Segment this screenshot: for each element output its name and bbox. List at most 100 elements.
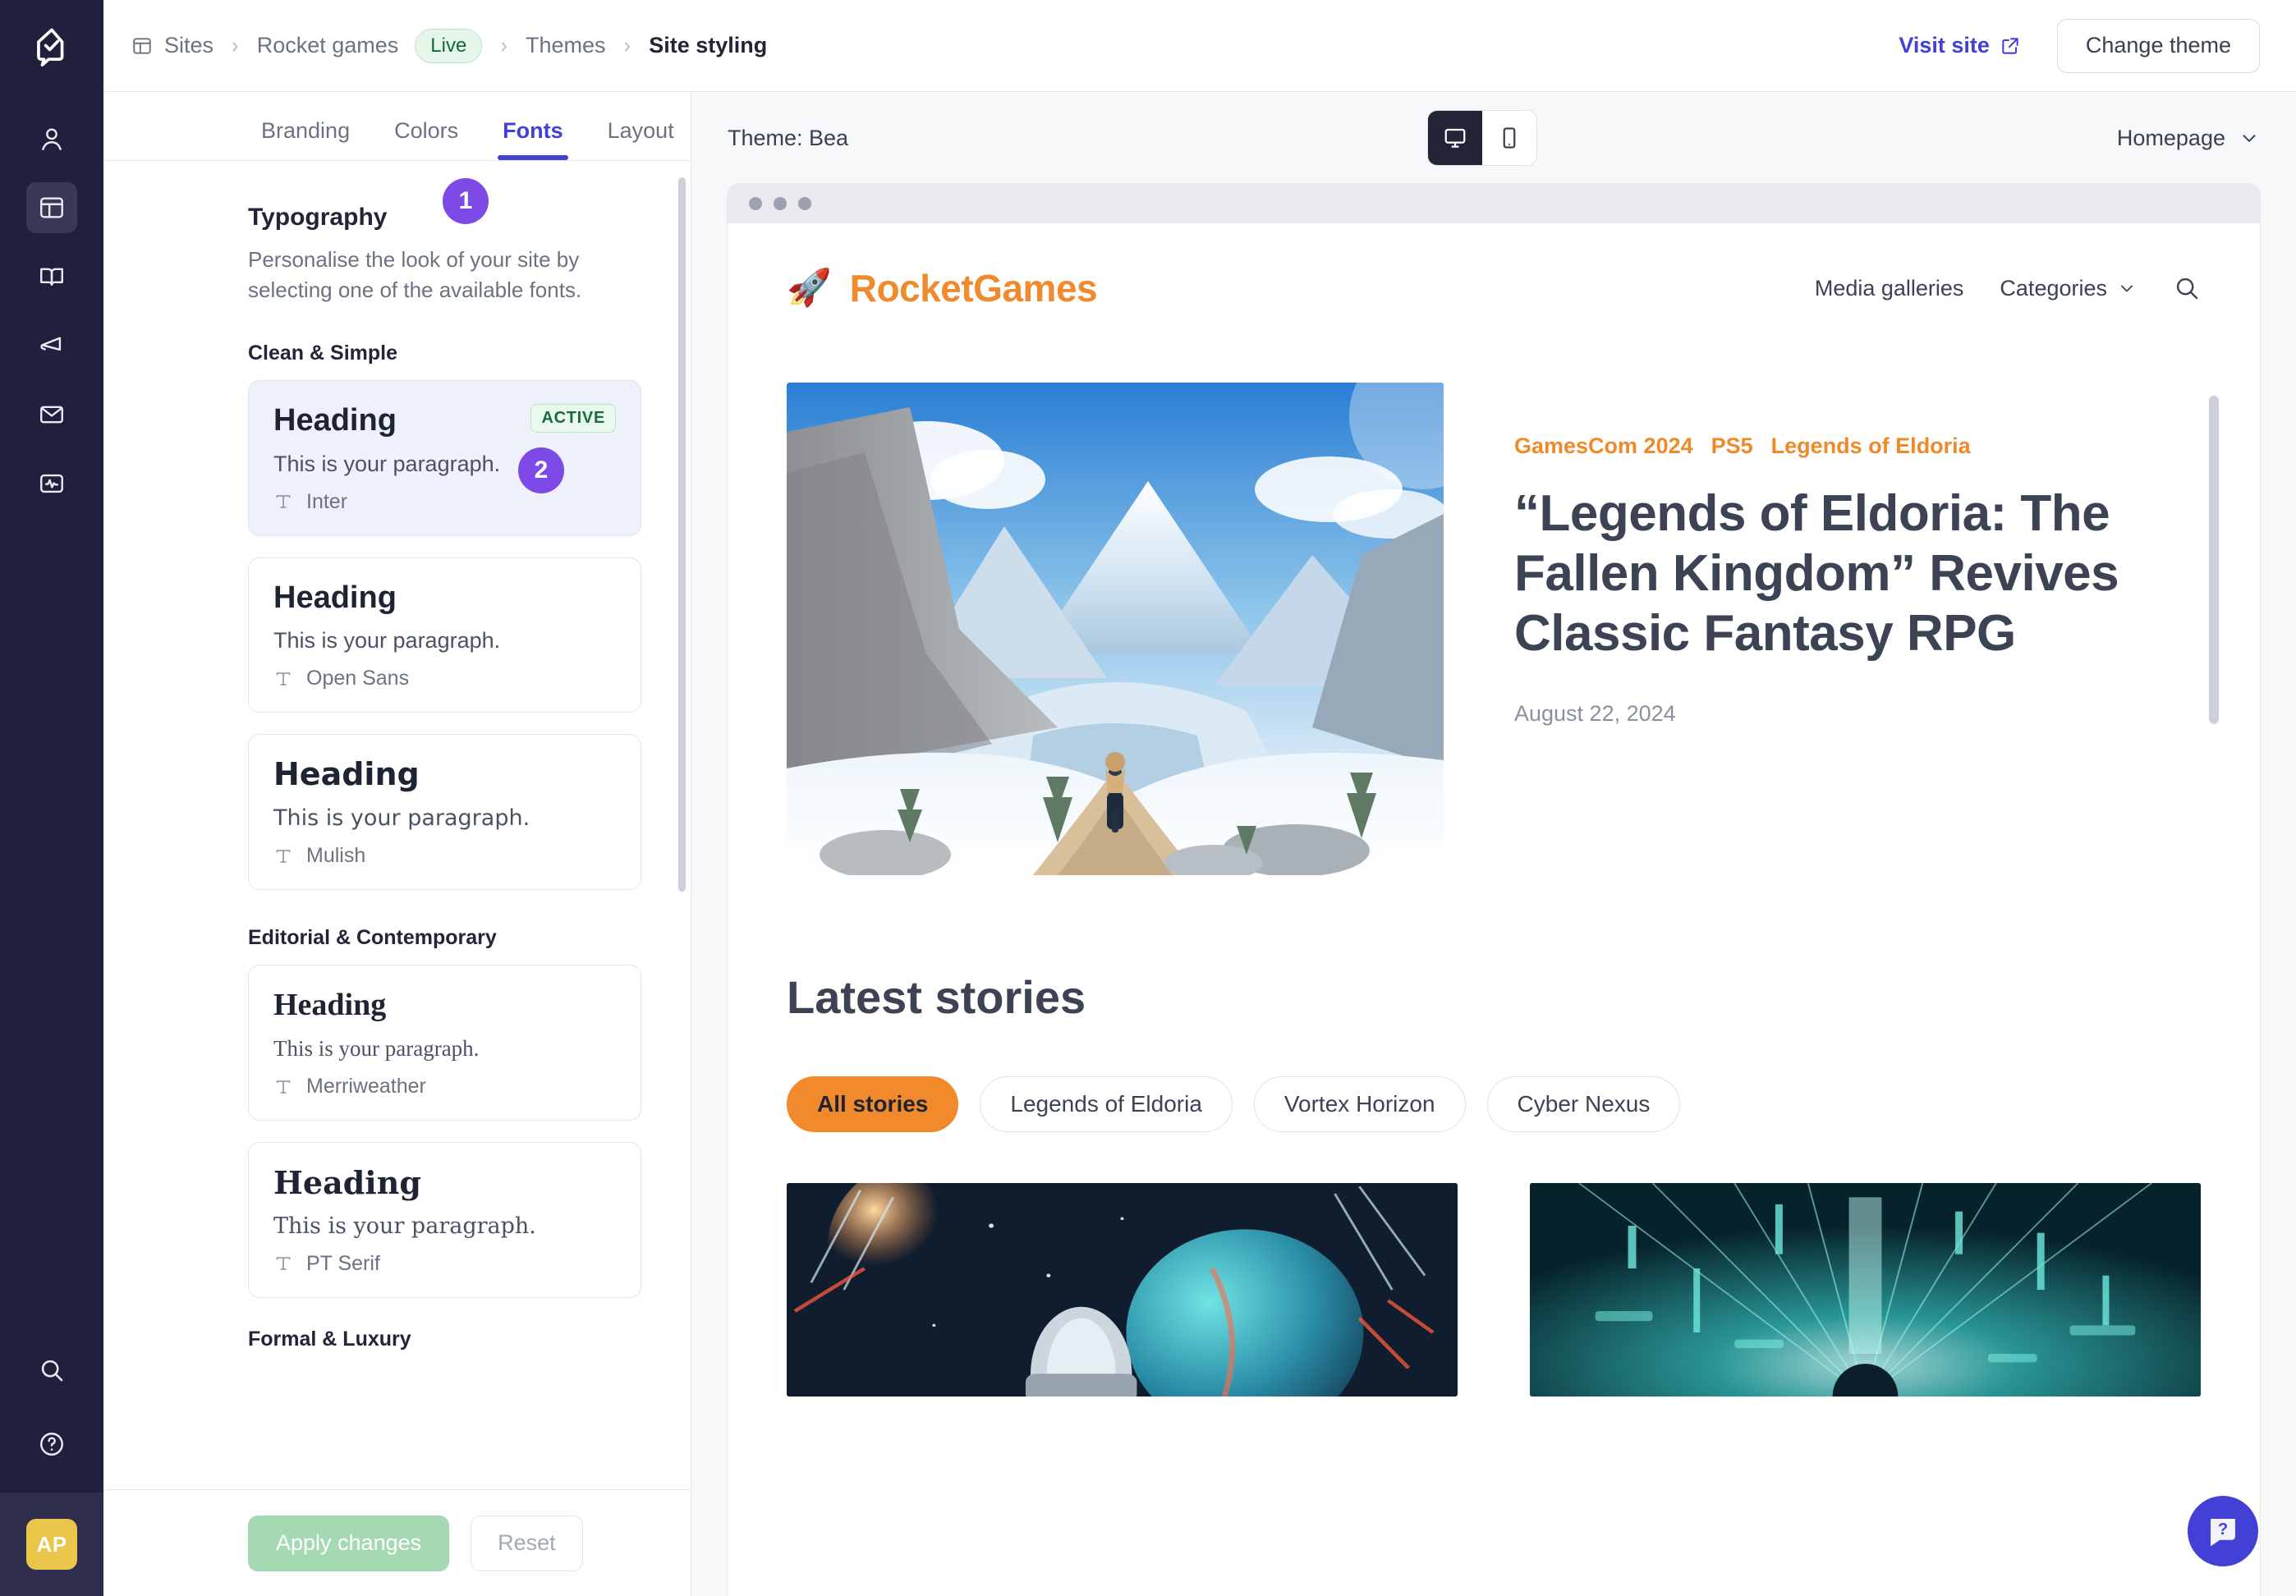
hero-title[interactable]: “Legends of Eldoria: The Fallen Kingdom”… [1514,484,2201,663]
tab-layout[interactable]: Layout [595,118,687,160]
font-sample-heading: Heading [273,580,397,615]
avatar[interactable]: AP [26,1519,77,1570]
story-card-image-space[interactable] [787,1183,1458,1396]
story-filter-chips: All stories Legends of Eldoria Vortex Ho… [787,1076,2201,1132]
panel-scroll-area[interactable]: Typography Personalise the look of your … [103,161,691,1489]
font-card-open-sans[interactable]: Heading This is your paragraph. Open San… [248,557,641,713]
font-sample-paragraph: This is your paragraph. [273,1036,480,1061]
font-sample-paragraph: This is your paragraph. [273,451,501,476]
latest-stories-title: Latest stories [787,971,1086,1023]
font-name-row: Inter [273,490,616,514]
font-group-label-clean-simple: Clean & Simple [248,341,397,365]
mobile-icon[interactable] [1482,111,1536,165]
hero-tag[interactable]: Legends of Eldoria [1771,433,1971,459]
rail-nav-list [26,113,77,509]
panel-scrollbar-thumb[interactable] [678,177,686,892]
typography-description: Personalise the look of your site by sel… [248,247,582,302]
rail-item-campaigns[interactable] [26,320,77,371]
font-name-label: PT Serif [306,1251,380,1275]
site-nav-categories[interactable]: Categories [2000,276,2137,301]
site-nav-label: Media galleries [1814,275,1964,300]
window-dot [749,197,762,210]
rendered-site: 🚀 RocketGames Media galleries Categories [728,223,2260,1396]
font-sample-paragraph: This is your paragraph. [273,1213,536,1239]
font-name-label: Inter [306,489,348,513]
rail-item-sites[interactable] [26,182,77,233]
preview-scrollbar-thumb[interactable] [2209,396,2219,724]
font-sample-heading: Heading [273,402,397,438]
text-format-icon [273,669,293,689]
rail-item-email[interactable] [26,389,77,440]
chip-legends-of-eldoria[interactable]: Legends of Eldoria [980,1076,1233,1132]
chip-vortex-horizon[interactable]: Vortex Horizon [1253,1076,1466,1132]
page-selector[interactable]: Homepage [2117,126,2260,151]
font-card-mulish[interactable]: Heading This is your paragraph. Mulish [248,734,641,891]
hero-tags: GamesCom 2024 PS5 Legends of Eldoria [1514,433,2201,459]
font-name-row: Mulish [273,844,616,868]
tab-fonts[interactable]: Fonts [489,118,576,160]
window-dot [798,197,811,210]
visit-site-label: Visit site [1899,33,1990,57]
font-sample-paragraph: This is your paragraph. [273,628,501,654]
font-sample-heading: Heading [273,756,420,793]
help-fab-button[interactable]: ? [2188,1496,2258,1566]
chip-all-stories[interactable]: All stories [787,1076,959,1132]
browser-chrome [728,184,2260,223]
tab-branding[interactable]: Branding [248,118,363,160]
font-card-merriweather[interactable]: Heading This is your paragraph. Merriwea… [248,965,641,1121]
svg-text:?: ? [2218,1520,2228,1539]
chip-cyber-nexus[interactable]: Cyber Nexus [1486,1076,1681,1132]
hero-tag[interactable]: GamesCom 2024 [1514,433,1693,459]
site-nav: Media galleries Categories [1815,274,2201,302]
sites-icon [131,35,153,57]
browser-viewport[interactable]: 🚀 RocketGames Media galleries Categories [728,223,2260,1596]
story-cards [787,1183,2201,1396]
site-header: 🚀 RocketGames Media galleries Categories [787,223,2201,310]
breadcrumb-separator: › [232,33,239,57]
rail-item-content[interactable] [26,251,77,302]
breadcrumb-label-themes: Themes [525,33,606,57]
font-name-row: Merriweather [273,1075,616,1098]
story-card-image-cyber[interactable] [1530,1183,2201,1396]
site-nav-media-galleries[interactable]: Media galleries [1815,276,1964,301]
page-selector-label: Homepage [2116,125,2225,150]
font-card-inter[interactable]: Heading ACTIVE This is your paragraph. I… [248,379,641,536]
search-icon[interactable] [2173,274,2201,302]
font-sample-heading: Heading [273,988,387,1023]
preview-scrollbar[interactable] [2209,396,2219,790]
panel-scrollbar[interactable] [678,161,686,1489]
breadcrumb-item-themes[interactable]: Themes [526,33,606,58]
step-marker-1: 1 [443,178,489,224]
rail-item-search[interactable] [26,1345,77,1396]
hero-text: GamesCom 2024 PS5 Legends of Eldoria “Le… [1514,383,2201,727]
breadcrumb-item-site[interactable]: Rocket games [257,33,399,58]
reset-button[interactable]: Reset [471,1515,583,1571]
user-menu[interactable]: AP [0,1493,103,1596]
chevron-down-icon [2117,278,2137,298]
site-preview-frame: 🚀 RocketGames Media galleries Categories [728,184,2260,1596]
breadcrumb-item-sites[interactable]: Sites [131,33,214,58]
panel-tabs: Branding Colors Fonts Layout [103,92,691,161]
visit-site-link[interactable]: Visit site [1899,33,2021,58]
text-format-icon [273,1077,293,1097]
tab-colors[interactable]: Colors [381,118,471,160]
hero-tag[interactable]: PS5 [1711,433,1753,459]
rail-item-analytics[interactable] [26,458,77,509]
font-sample-heading: Heading [273,1164,421,1201]
app-logo-icon[interactable] [23,18,80,76]
top-bar: Sites › Rocket games Live › Themes › Sit… [103,0,2296,92]
font-name-label: Mulish [306,844,366,868]
text-format-icon [273,1254,293,1273]
font-name-row: PT Serif [273,1252,616,1276]
font-name-label: Merriweather [306,1075,426,1098]
apply-changes-button[interactable]: Apply changes [248,1515,450,1571]
text-format-icon [273,846,293,866]
font-card-pt-serif[interactable]: Heading This is your paragraph. PT Serif [248,1142,641,1298]
rail-item-help[interactable] [26,1419,77,1470]
site-nav-label: Categories [2000,275,2107,300]
window-dot [774,197,787,210]
monitor-icon[interactable] [1428,111,1483,165]
rail-item-people[interactable] [26,113,77,164]
change-theme-button[interactable]: Change theme [2056,18,2260,73]
site-brand[interactable]: 🚀 RocketGames [787,266,1098,310]
